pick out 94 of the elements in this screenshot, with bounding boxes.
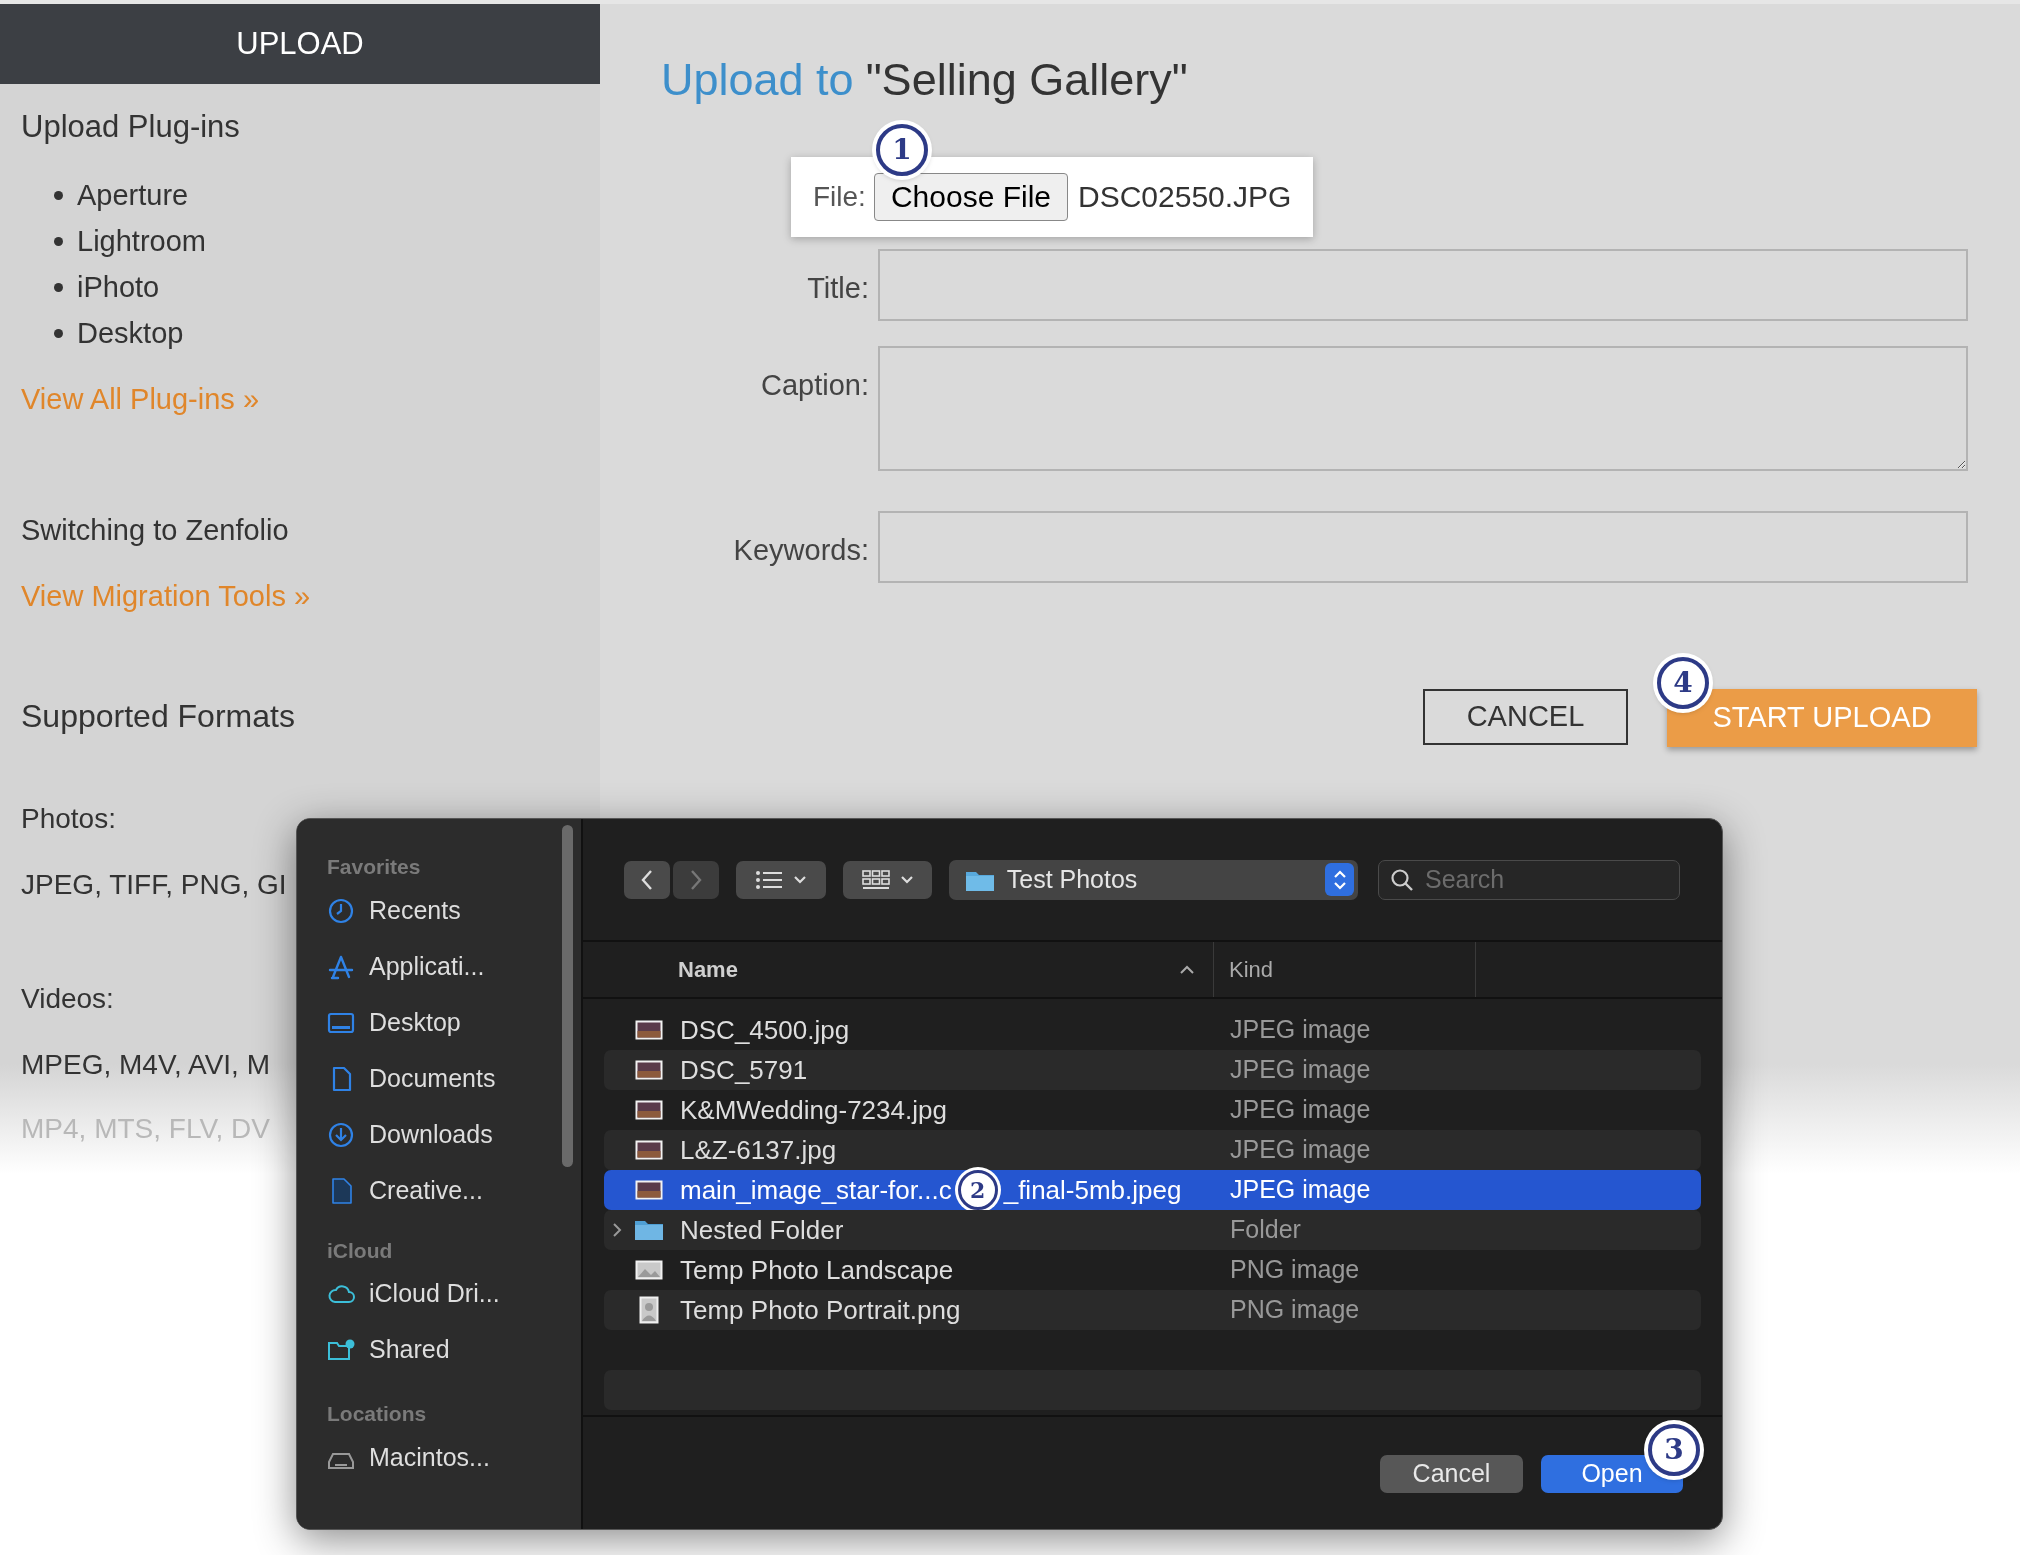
cancel-button[interactable]: Cancel	[1380, 1455, 1523, 1493]
file-name: K&MWedding-7234.jpg	[680, 1093, 947, 1127]
format-label: Photos:	[21, 802, 116, 836]
bullet-icon	[54, 237, 63, 246]
sidebar-item[interactable]: Recents	[327, 882, 581, 939]
file-name: _final-5mb.jpeg	[1003, 1173, 1182, 1207]
download-icon	[327, 1120, 355, 1149]
scrollbar[interactable]	[562, 825, 573, 1167]
step-number: 4	[1657, 657, 1709, 709]
field-label: Title:	[806, 270, 870, 306]
image-thumbnail-icon	[635, 1060, 663, 1080]
field-label: Caption:	[760, 367, 870, 403]
step-number: 2	[957, 1170, 998, 1210]
format-label: Videos:	[21, 982, 114, 1016]
file-name: Temp Photo Portrait.png	[680, 1293, 961, 1327]
sidebar-heading: Locations	[327, 1401, 428, 1427]
image-thumbnail-icon	[635, 1140, 663, 1160]
chevron-right-icon	[689, 868, 703, 891]
file-kind: Folder	[1230, 1214, 1301, 1246]
section-heading: Switching to Zenfolio	[21, 513, 289, 548]
portrait-thumbnail-icon	[639, 1296, 659, 1324]
sidebar-item[interactable]: Documents	[327, 1050, 581, 1107]
file-row[interactable]: DSC_4500.jpg JPEG image	[604, 1010, 1701, 1050]
file-name: main_image_star-for...c	[680, 1173, 952, 1207]
sidebar-item[interactable]: Shared	[327, 1322, 581, 1378]
image-thumbnail-icon	[635, 1180, 663, 1200]
caret-icon	[899, 874, 914, 885]
image-thumbnail-icon	[635, 1100, 663, 1120]
list-item: Desktop	[77, 315, 184, 351]
file-name: L&Z-6137.jpg	[680, 1133, 837, 1167]
input-field[interactable]	[878, 248, 1968, 321]
file-row[interactable]: main_image_star-for...c 2 _final-5mb.jpeg JPEG image	[604, 1170, 1701, 1210]
file-row[interactable]: DSC_5791 JPEG image	[604, 1050, 1701, 1090]
image-thumbnail-icon	[635, 1020, 663, 1040]
sidebar-item[interactable]: Desktop	[327, 994, 581, 1051]
column-header[interactable]: Kind	[1214, 942, 1476, 997]
sidebar-item[interactable]: iCloud Dri...	[327, 1266, 581, 1322]
list-icon	[755, 869, 784, 890]
section-heading: Upload Plug-ins	[21, 108, 240, 146]
cancel-button[interactable]: CANCEL	[1423, 688, 1628, 745]
column-header[interactable]: Name	[583, 942, 1214, 997]
grid-view-button[interactable]	[843, 860, 932, 899]
file-kind: PNG image	[1230, 1294, 1360, 1326]
sidebar-heading: iCloud	[327, 1237, 394, 1264]
list-view-button[interactable]	[736, 860, 827, 899]
folder-path-dropdown[interactable]: Test Photos	[948, 859, 1358, 900]
file-kind: PNG image	[1230, 1254, 1360, 1286]
file-name: Temp Photo Landscape	[680, 1253, 954, 1287]
file-name: DSC_4500.jpg	[680, 1013, 850, 1047]
file-name: Nested Folder	[680, 1213, 844, 1247]
bullet-icon	[54, 283, 63, 292]
bullet-icon	[54, 329, 63, 338]
back-button[interactable]	[624, 860, 670, 899]
sidebar-heading: Favorites	[327, 854, 422, 880]
list-item: iPhoto	[77, 269, 160, 305]
file-row[interactable]: K&MWedding-7234.jpg JPEG image	[604, 1090, 1701, 1130]
chevron-left-icon	[640, 868, 654, 891]
search-icon	[1390, 867, 1414, 892]
search-field[interactable]: Search	[1378, 859, 1680, 900]
forward-button[interactable]	[673, 860, 719, 899]
sidebar-item[interactable]: Downloads	[327, 1106, 581, 1163]
step-number: 3	[1648, 1424, 1700, 1476]
format-list: JPEG, TIFF, PNG, GI	[21, 864, 287, 906]
file-kind: JPEG image	[1230, 1134, 1371, 1166]
file-kind: JPEG image	[1230, 1054, 1371, 1086]
field-label: Keywords:	[732, 532, 870, 568]
section-heading: Supported Formats	[21, 697, 295, 736]
file-row[interactable]: Temp Photo Portrait.png PNG image	[604, 1290, 1701, 1330]
file-row[interactable]: Temp Photo Landscape PNG image	[604, 1250, 1701, 1290]
gallery-name: "Selling Gallery"	[865, 53, 1188, 107]
file-name: DSC_5791	[680, 1053, 808, 1087]
choose-file-button[interactable]: Choose File	[873, 172, 1068, 221]
chevron-icon	[1332, 868, 1347, 891]
file-kind: JPEG image	[1230, 1174, 1371, 1206]
format-list: MP4, MTS, FLV, DV	[21, 1108, 270, 1150]
sidebar-item[interactable]: Macintos...	[327, 1429, 581, 1486]
input-field[interactable]	[878, 510, 1968, 583]
format-list: MPEG, M4V, AVI, M	[21, 1044, 270, 1086]
page-title: Upload to	[661, 53, 854, 107]
bullet-icon	[54, 191, 63, 200]
sidebar-header: UPLOAD	[0, 4, 600, 84]
file-row[interactable]: Nested Folder Folder	[604, 1210, 1701, 1250]
list-item: Lightroom	[77, 223, 206, 259]
file-row[interactable]: L&Z-6137.jpg JPEG image	[604, 1130, 1701, 1170]
list-item: Aperture	[77, 177, 189, 213]
clock-icon	[327, 896, 355, 925]
sidebar-item[interactable]: Applicati...	[327, 938, 581, 995]
sidebar-item[interactable]: Creative...	[327, 1162, 581, 1219]
folder-icon	[634, 1219, 664, 1241]
file-kind: JPEG image	[1230, 1094, 1371, 1126]
file-kind: JPEG image	[1230, 1014, 1371, 1046]
caret-icon	[793, 874, 808, 885]
picture-thumbnail-icon	[635, 1260, 663, 1280]
grid-icon	[861, 868, 890, 891]
